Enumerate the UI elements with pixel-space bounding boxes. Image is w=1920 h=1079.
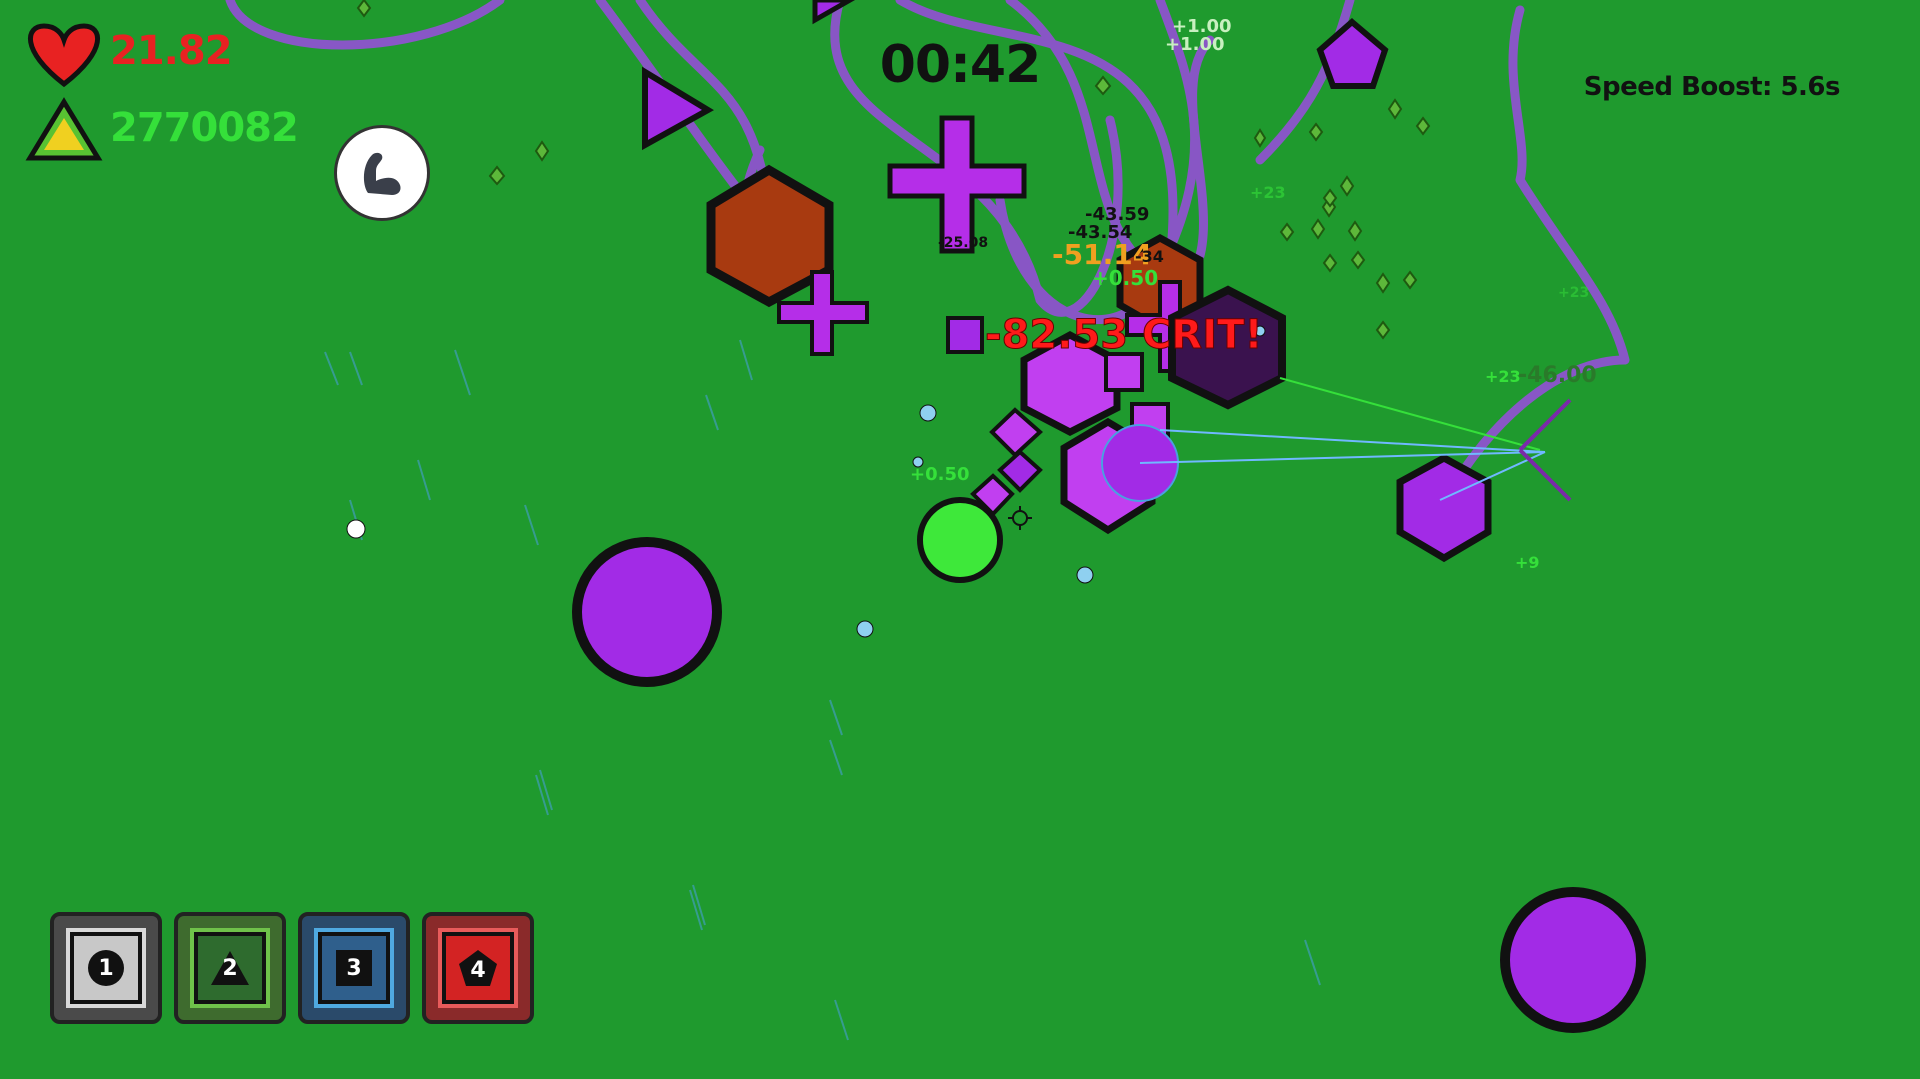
enemy-hexagon: [1396, 454, 1492, 563]
hotbar-slot-2[interactable]: 2: [174, 912, 286, 1024]
gain-text: +23: [1250, 183, 1286, 202]
enemy-diamond: [997, 449, 1043, 493]
score-value: 2770082: [110, 105, 299, 151]
damage-text: -34: [1135, 247, 1164, 266]
speed-boost-status: Speed Boost: 5.6s: [1583, 72, 1841, 102]
slot-number: 4: [470, 958, 486, 983]
heal-text: +0.50: [910, 464, 970, 485]
enemy-square: [946, 316, 984, 354]
hotbar-slot-1[interactable]: 1: [50, 912, 162, 1024]
crit-text: -82.53 CRIT!: [985, 312, 1263, 358]
gain-text: +23: [1558, 285, 1589, 301]
enemy-circle: [572, 537, 722, 687]
game-canvas[interactable]: -82.53 CRIT! -51.14 -43.59 -43.54 -25.08…: [0, 0, 1920, 1079]
flexed-arm-icon: [363, 152, 401, 195]
gain-text: +9: [1515, 553, 1540, 572]
slot-number: 2: [222, 956, 238, 981]
gain-text: +23: [1485, 367, 1521, 386]
ability-button[interactable]: [334, 125, 430, 221]
crosshair-icon: [1008, 506, 1032, 530]
damage-text: -43.54: [1068, 222, 1132, 243]
player: [917, 497, 1003, 583]
hotbar-slot-3[interactable]: 3: [298, 912, 410, 1024]
damage-text: -46.00: [1518, 363, 1597, 388]
hotbar-slot-4[interactable]: 4: [422, 912, 534, 1024]
enemy-square: [1104, 352, 1144, 392]
enemy-circle: [1500, 887, 1646, 1033]
slot-number: 1: [98, 955, 114, 981]
damage-text: -25.08: [938, 235, 988, 251]
floating-numbers: -82.53 CRIT! -51.14 -43.59 -43.54 -25.08…: [910, 16, 1597, 572]
enemy-diamond: [989, 407, 1043, 458]
heal-text: +0.50: [1092, 266, 1158, 290]
slot-number: 3: [346, 955, 362, 981]
